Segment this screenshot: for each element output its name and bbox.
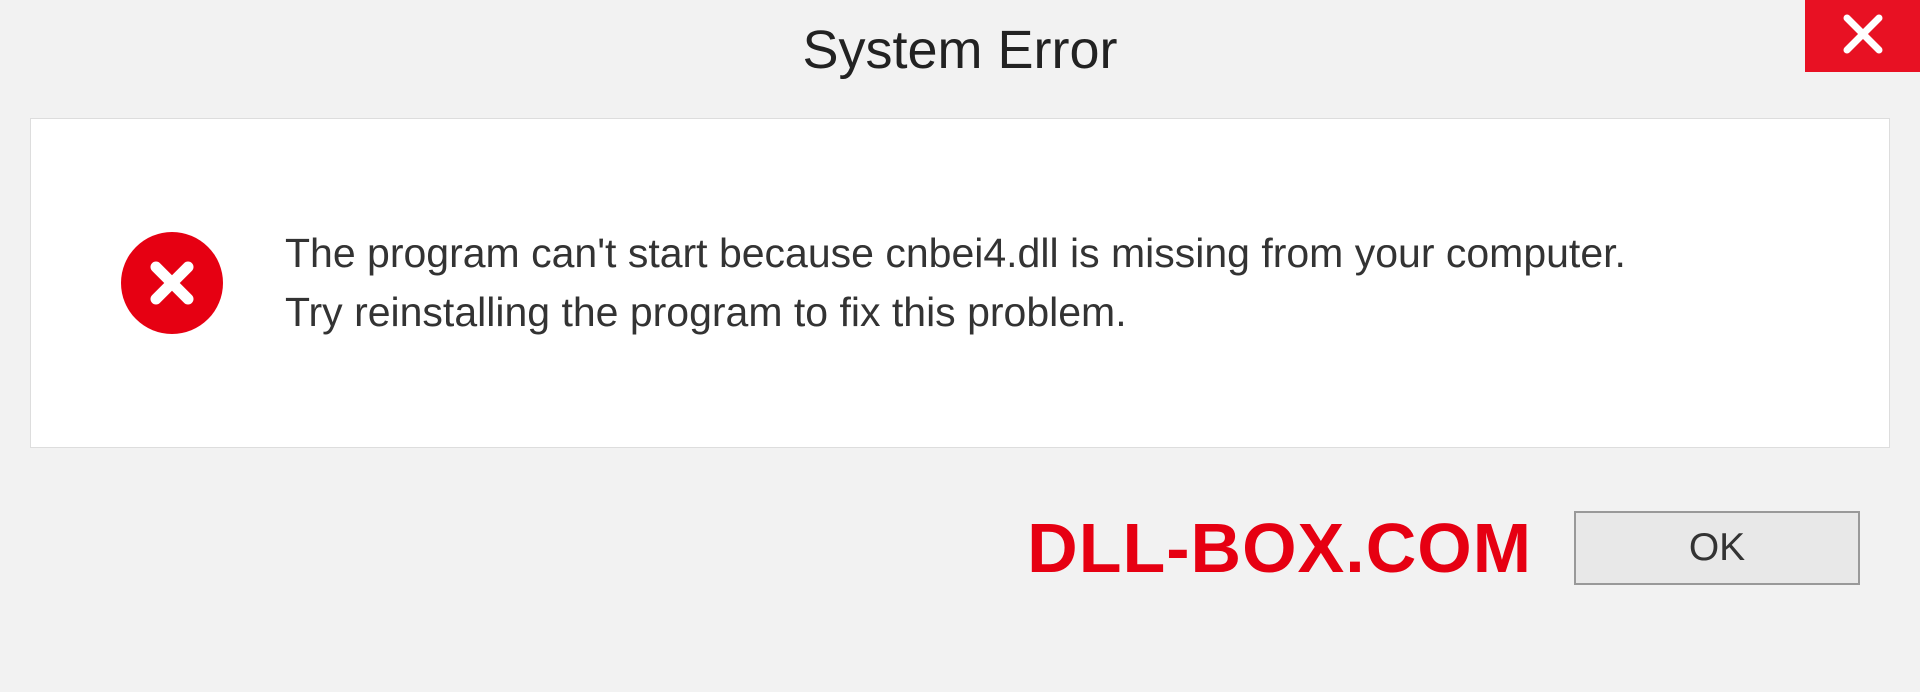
error-message-line1: The program can't start because cnbei4.d… [285, 224, 1626, 283]
dialog-titlebar: System Error [0, 0, 1920, 100]
watermark-text: DLL-BOX.COM [1027, 508, 1532, 588]
dialog-content: The program can't start because cnbei4.d… [30, 118, 1890, 448]
error-message: The program can't start because cnbei4.d… [285, 224, 1626, 343]
dialog-title: System Error [802, 19, 1117, 81]
close-button[interactable] [1805, 0, 1920, 72]
close-icon [1841, 12, 1885, 61]
ok-button[interactable]: OK [1574, 511, 1860, 585]
error-message-line2: Try reinstalling the program to fix this… [285, 283, 1626, 342]
dialog-footer: DLL-BOX.COM OK [30, 448, 1890, 648]
ok-button-label: OK [1689, 526, 1745, 570]
error-icon [121, 232, 223, 334]
